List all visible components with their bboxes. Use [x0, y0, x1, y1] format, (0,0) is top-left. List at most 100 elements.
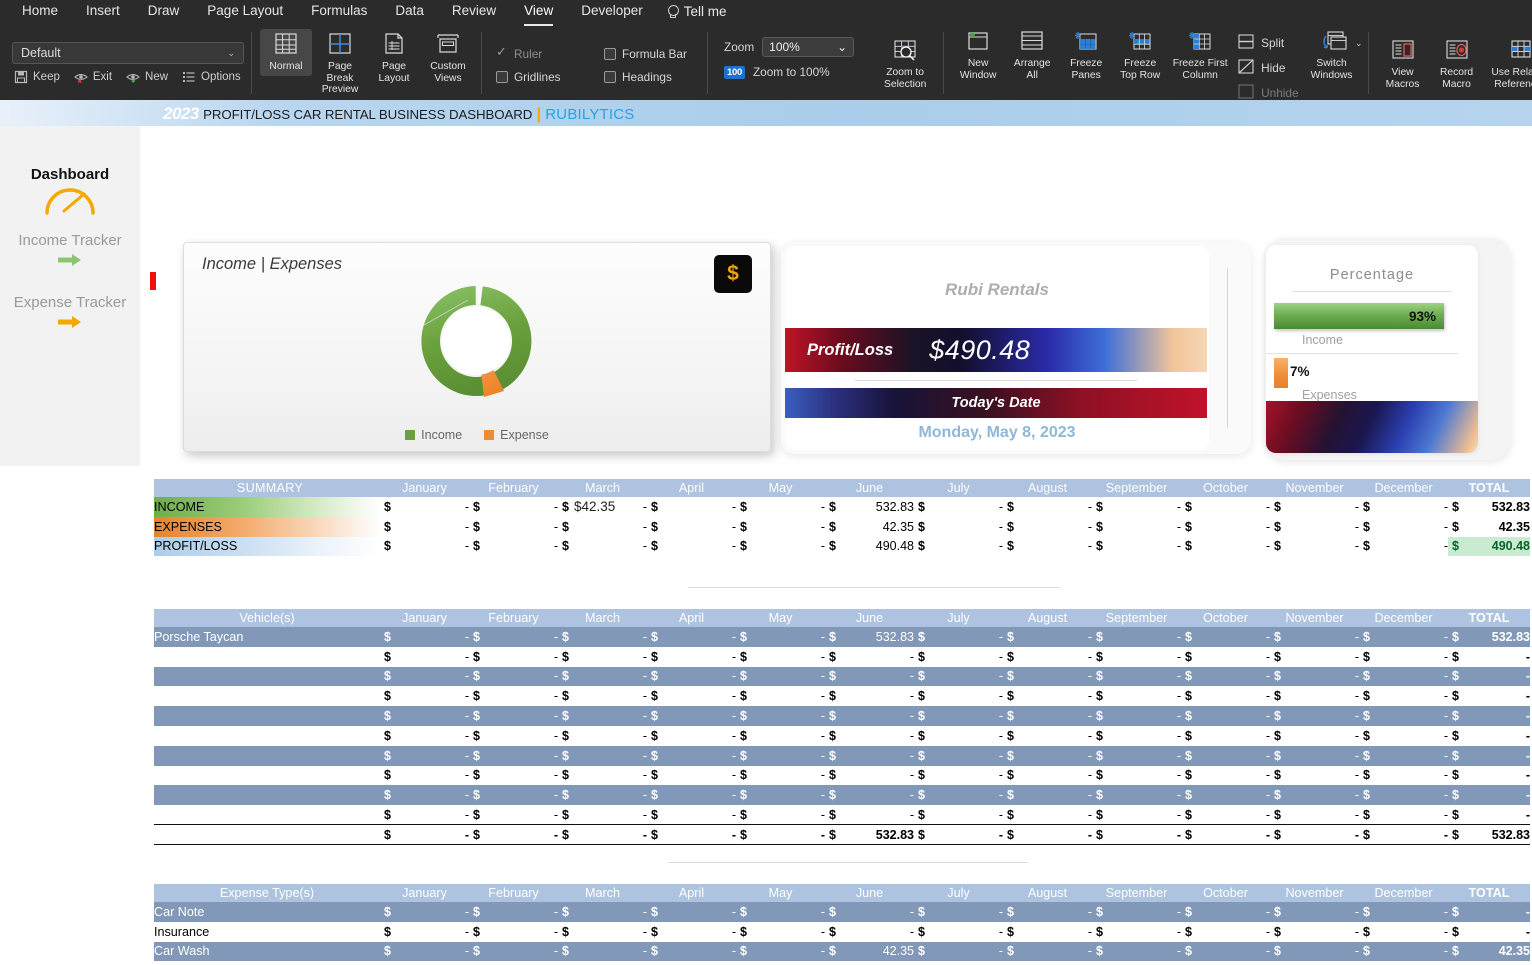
table-cell-amount[interactable]: $- [380, 666, 469, 687]
table-cell-amount[interactable]: $- [469, 497, 558, 517]
ribbon-tab-formulas[interactable]: Formulas [297, 0, 381, 22]
arrange-all-button[interactable]: Arrange All [1006, 26, 1058, 84]
table-cell-amount[interactable]: $- [469, 921, 558, 942]
freeze-first-column-button[interactable]: Freeze First Column [1168, 26, 1232, 84]
freeze-panes-button[interactable]: Freeze Panes [1060, 26, 1112, 84]
zoom-100-row[interactable]: 100 Zoom to 100% [724, 65, 854, 79]
table-cell-amount[interactable]: $- [1270, 961, 1359, 965]
ribbon-tab-review[interactable]: Review [438, 0, 510, 22]
table-cell-amount[interactable]: $42.35 [825, 517, 914, 537]
table-cell-amount[interactable]: $- [1003, 646, 1092, 667]
table-cell-amount[interactable]: $- [1270, 706, 1359, 726]
table-cell-amount[interactable]: $- [1003, 666, 1092, 687]
table-cell-amount[interactable]: $- [736, 725, 825, 746]
table-cell-amount[interactable]: $490.48 [1448, 536, 1530, 557]
table-cell-amount[interactable]: $- [914, 941, 1003, 962]
new-view-button[interactable]: New [126, 70, 168, 84]
table-cell-amount[interactable]: $- [1359, 497, 1448, 517]
table-cell-amount[interactable]: $- [558, 805, 647, 825]
table-cell-amount[interactable]: $- [1181, 666, 1270, 687]
ruler-checkbox[interactable]: Ruler [496, 44, 588, 61]
row-label[interactable]: EXPENSES [154, 516, 380, 537]
table-cell-amount[interactable]: $- [558, 497, 647, 517]
sheet-view-select[interactable]: Default ⌄ [12, 42, 244, 64]
row-label[interactable]: Car Wash [154, 941, 380, 962]
use-relative-references-button[interactable]: Use Relative References [1485, 35, 1532, 93]
table-cell-amount[interactable]: $- [1181, 537, 1270, 557]
table-cell-amount[interactable]: $532.83 [1448, 627, 1530, 647]
table-cell-amount[interactable]: $- [558, 706, 647, 726]
table-cell-amount[interactable]: $- [1359, 745, 1448, 766]
table-cell-amount[interactable]: $- [1448, 646, 1530, 667]
sidebar-item-dashboard[interactable]: Dashboard [0, 166, 140, 215]
table-cell-amount[interactable]: $- [736, 745, 825, 766]
table-cell-amount[interactable]: $- [1003, 765, 1092, 786]
table-cell-amount[interactable]: $- [558, 902, 647, 922]
table-cell-amount[interactable]: $- [380, 824, 469, 846]
row-label[interactable] [154, 805, 380, 825]
table-cell-amount[interactable]: $- [469, 902, 558, 922]
table-cell-amount[interactable]: $- [1181, 921, 1270, 942]
table-cell-amount[interactable]: $- [914, 627, 1003, 647]
table-cell-amount[interactable]: $- [469, 666, 558, 687]
table-cell-amount[interactable]: $- [647, 537, 736, 557]
hide-button[interactable]: Hide [1238, 59, 1298, 77]
table-cell-amount[interactable]: $- [1359, 627, 1448, 647]
table-cell-amount[interactable]: $- [1003, 941, 1092, 962]
table-cell-amount[interactable]: $- [469, 805, 558, 825]
table-cell-amount[interactable]: $- [558, 921, 647, 942]
new-window-button[interactable]: New Window [952, 26, 1004, 84]
table-cell-amount[interactable]: $- [1448, 785, 1530, 806]
table-cell-amount[interactable]: $- [1270, 517, 1359, 537]
table-cell-amount[interactable]: $- [558, 961, 647, 965]
table-cell-amount[interactable]: $- [914, 765, 1003, 786]
table-cell-amount[interactable]: $- [558, 686, 647, 707]
ribbon-tab-draw[interactable]: Draw [134, 0, 194, 22]
table-cell-amount[interactable]: $- [914, 517, 1003, 537]
table-cell-amount[interactable]: $- [1270, 805, 1359, 825]
table-cell-amount[interactable]: $- [1092, 517, 1181, 537]
table-cell-amount[interactable]: $- [1359, 537, 1448, 557]
table-cell-amount[interactable]: $532.83 [825, 627, 914, 647]
gridlines-checkbox[interactable]: Gridlines [496, 70, 588, 84]
table-cell-amount[interactable]: $- [1092, 686, 1181, 707]
table-cell-amount[interactable]: $- [1092, 706, 1181, 726]
table-cell-amount[interactable]: $- [558, 785, 647, 806]
keep-view-button[interactable]: Keep [14, 70, 60, 84]
table-cell-amount[interactable]: $- [736, 765, 825, 786]
table-cell-amount[interactable]: $42.35 [1448, 941, 1530, 962]
table-cell-amount[interactable]: $- [1359, 805, 1448, 825]
table-cell-amount[interactable]: $- [1359, 666, 1448, 687]
table-cell-amount[interactable]: $- [736, 921, 825, 942]
table-cell-amount[interactable]: $- [1181, 765, 1270, 786]
table-cell-amount[interactable]: $- [380, 537, 469, 557]
table-cell-amount[interactable]: $- [825, 725, 914, 746]
table-cell-amount[interactable]: $- [736, 941, 825, 962]
table-cell-amount[interactable]: $- [1448, 902, 1530, 922]
table-cell-amount[interactable]: $- [914, 785, 1003, 806]
table-cell-amount[interactable]: $- [1359, 517, 1448, 537]
table-cell-amount[interactable]: $- [736, 497, 825, 517]
table-cell-amount[interactable]: $- [1270, 941, 1359, 962]
table-cell-amount[interactable]: $- [558, 537, 647, 557]
ribbon-tab-view[interactable]: View [510, 0, 567, 26]
table-cell-amount[interactable]: $- [1181, 785, 1270, 806]
table-cell-amount[interactable]: $- [914, 902, 1003, 922]
table-cell-amount[interactable]: $- [558, 765, 647, 786]
tell-me-button[interactable]: Tell me [657, 4, 727, 19]
table-cell-amount[interactable]: $- [1092, 646, 1181, 667]
row-label[interactable] [154, 765, 380, 786]
ribbon-tab-insert[interactable]: Insert [72, 0, 134, 22]
table-cell-amount[interactable]: $- [736, 824, 825, 846]
table-cell-amount[interactable]: $- [1003, 785, 1092, 806]
table-cell-amount[interactable]: $- [647, 706, 736, 726]
table-cell-amount[interactable]: $- [647, 941, 736, 962]
table-cell-amount[interactable]: $- [1092, 765, 1181, 786]
table-cell-amount[interactable]: $- [647, 805, 736, 825]
table-cell-amount[interactable]: $- [380, 745, 469, 766]
table-cell-amount[interactable]: $- [558, 725, 647, 746]
table-cell-amount[interactable]: $- [380, 961, 469, 965]
table-cell-amount[interactable]: $- [380, 497, 469, 517]
row-label[interactable] [154, 961, 380, 965]
table-cell-amount[interactable]: $532.83 [825, 824, 914, 846]
